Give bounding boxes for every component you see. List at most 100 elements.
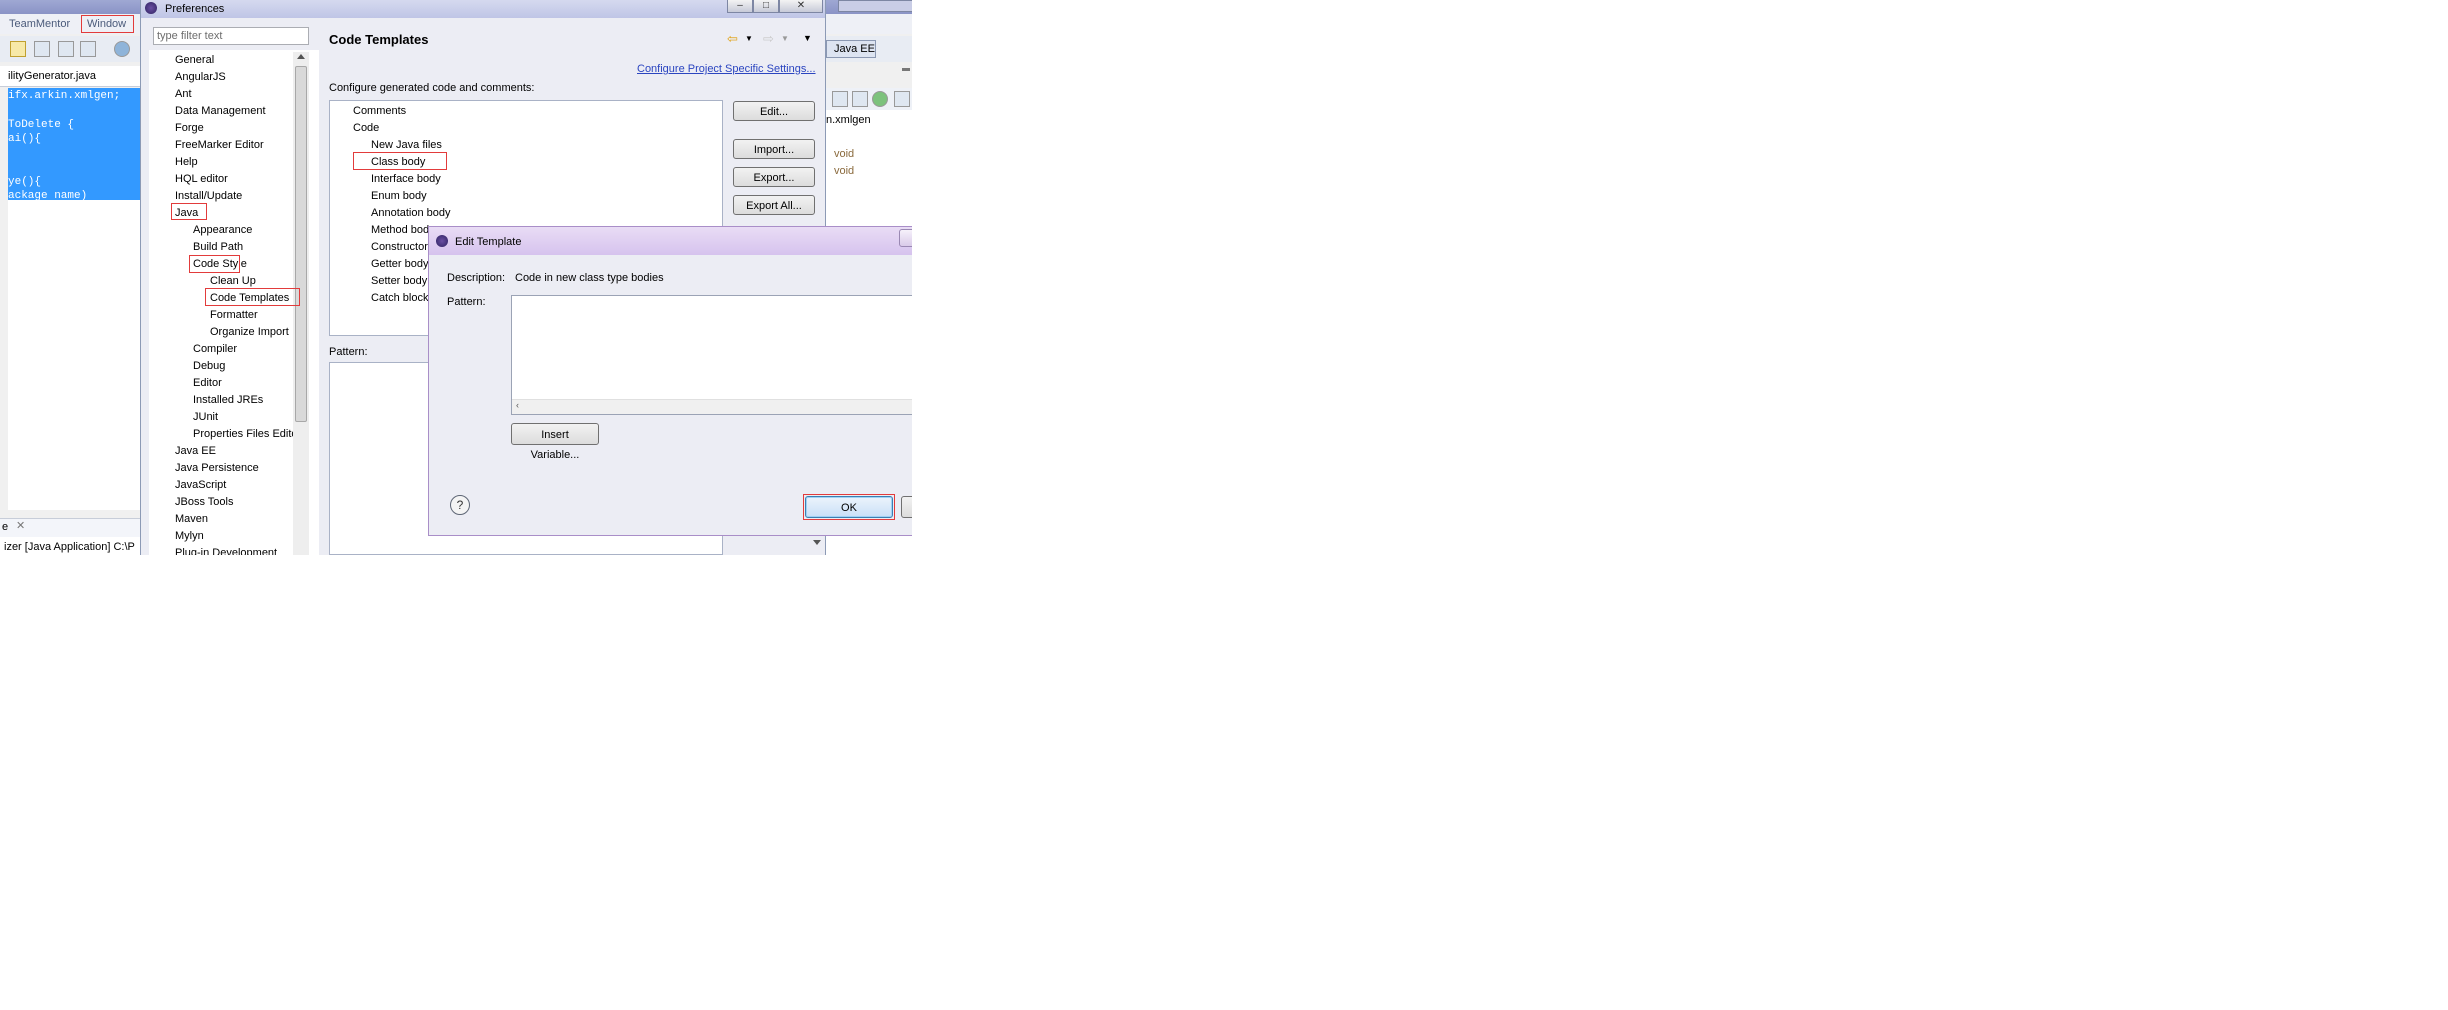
tree-item[interactable]: AngularJS: [175, 71, 226, 84]
pattern-label: Pattern:: [447, 296, 486, 308]
export-all-button[interactable]: Export All...: [733, 195, 815, 215]
eclipse-icon: [436, 235, 448, 247]
tree-item[interactable]: Data Management: [175, 105, 266, 118]
menu-teammentor[interactable]: TeamMentor: [9, 18, 70, 30]
tree-item[interactable]: JUnit: [193, 411, 218, 424]
outline-item[interactable]: void: [834, 165, 854, 177]
close-icon[interactable]: ✕: [16, 519, 25, 532]
tree-item[interactable]: Editor: [193, 377, 222, 390]
console-status-text: izer [Java Application] C:\P: [4, 541, 135, 553]
outline-item[interactable]: void: [834, 148, 854, 160]
tree-item[interactable]: Debug: [193, 360, 225, 373]
code-line: ToDelete {: [8, 119, 75, 131]
back-icon[interactable]: ⇦: [727, 31, 738, 47]
description-value[interactable]: Code in new class type bodies: [515, 272, 664, 284]
preferences-titlebar: [141, 0, 825, 18]
code-line: ye(){: [8, 176, 42, 188]
description-label: Description:: [447, 272, 506, 284]
template-item[interactable]: Method body: [371, 224, 435, 236]
forward-dropdown-icon[interactable]: ▼: [781, 34, 789, 43]
globe-icon[interactable]: [114, 41, 130, 57]
tree-item[interactable]: Mylyn: [175, 530, 204, 543]
close-button[interactable]: ✕: [779, 0, 823, 13]
import-button[interactable]: Import...: [733, 139, 815, 159]
hide-local-icon[interactable]: [894, 91, 910, 107]
highlight-java: [171, 203, 207, 220]
preferences-title: Preferences: [165, 3, 225, 15]
tree-item[interactable]: JavaScript: [175, 479, 226, 492]
minimize-button[interactable]: –: [727, 0, 753, 13]
pilcrow-icon[interactable]: [80, 41, 96, 57]
back-dropdown-icon[interactable]: ▼: [745, 34, 753, 43]
page-title: Code Templates: [329, 32, 429, 47]
edit-template-dialog: Edit Template Description: Code in new c…: [428, 226, 912, 536]
template-item[interactable]: New Java files: [371, 139, 442, 151]
template-item[interactable]: Interface body: [371, 173, 441, 185]
hide-fields-icon[interactable]: [832, 91, 848, 107]
tree-item[interactable]: Compiler: [193, 343, 237, 356]
window-menu-highlight: [81, 15, 134, 33]
edit-dialog-title: Edit Template: [455, 236, 522, 248]
run-dropdown-icon[interactable]: [34, 41, 50, 57]
tree-item[interactable]: General: [175, 54, 214, 67]
cancel-button[interactable]: [901, 496, 912, 518]
tree-item[interactable]: Ant: [175, 88, 192, 101]
export-button[interactable]: Export...: [733, 167, 815, 187]
tree-item[interactable]: HQL editor: [175, 173, 228, 186]
tree-item[interactable]: Install/Update: [175, 190, 242, 203]
highlight-ok-button: [803, 494, 895, 520]
editor-white-area: [8, 200, 140, 510]
edit-button[interactable]: Edit...: [733, 101, 815, 121]
configure-label: Configure generated code and comments:: [329, 82, 535, 94]
highlight-code-style: [189, 255, 240, 273]
outline-package[interactable]: n.xmlgen: [826, 114, 871, 126]
hide-nonpublic-icon[interactable]: [872, 91, 888, 107]
template-item[interactable]: Setter body: [371, 275, 427, 287]
configure-project-link[interactable]: Configure Project Specific Settings...: [637, 63, 816, 75]
eclipse-icon: [145, 2, 157, 14]
dialog-close-button[interactable]: [899, 229, 912, 247]
highlight-code-templates: [205, 288, 300, 306]
help-icon[interactable]: ?: [450, 495, 470, 515]
template-item[interactable]: Enum body: [371, 190, 427, 202]
scroll-left-icon[interactable]: ‹: [516, 400, 519, 410]
tree-item[interactable]: Installed JREs: [193, 394, 263, 407]
tree-item[interactable]: Appearance: [193, 224, 252, 237]
tree-item[interactable]: FreeMarker Editor: [175, 139, 264, 152]
tree-item[interactable]: JBoss Tools: [175, 496, 234, 509]
filter-input[interactable]: [153, 27, 309, 45]
minimize-view-icon[interactable]: [902, 68, 910, 71]
scroll-thumb[interactable]: [295, 66, 307, 422]
code-line: ifx.arkin.xmlgen;: [8, 90, 121, 102]
tree-item[interactable]: Forge: [175, 122, 204, 135]
tree-item[interactable]: Properties Files Edito: [193, 428, 298, 441]
tree-item[interactable]: Build Path: [193, 241, 243, 254]
scroll-up-icon[interactable]: [297, 54, 305, 59]
maximize-button[interactable]: □: [753, 0, 779, 13]
template-item[interactable]: Code: [353, 122, 379, 134]
hide-static-icon[interactable]: [852, 91, 868, 107]
insert-variable-button[interactable]: Insert Variable...: [511, 423, 599, 461]
tree-item[interactable]: Maven: [175, 513, 208, 526]
window-control-buttons[interactable]: [838, 0, 912, 12]
console-tab-label: e: [2, 521, 9, 533]
template-item[interactable]: Getter body: [371, 258, 428, 270]
forward-icon[interactable]: ⇨: [763, 31, 774, 47]
template-item[interactable]: Comments: [353, 105, 406, 117]
highlight-class-body: [353, 152, 447, 170]
tree-item[interactable]: Organize Import: [210, 326, 289, 339]
template-item[interactable]: Annotation body: [371, 207, 451, 219]
tree-item[interactable]: Java Persistence: [175, 462, 259, 475]
toggle-mark-icon[interactable]: [10, 41, 26, 57]
tree-item[interactable]: Help: [175, 156, 198, 169]
code-line: ai(){: [8, 133, 42, 145]
pattern-scroll-down-icon[interactable]: [813, 540, 821, 545]
doc-icon[interactable]: [58, 41, 74, 57]
tree-item[interactable]: Formatter: [210, 309, 258, 322]
pattern-hscrollbar[interactable]: ‹: [512, 399, 912, 414]
tree-item[interactable]: Java EE: [175, 445, 216, 458]
tree-item[interactable]: Clean Up: [210, 275, 256, 288]
pattern-field[interactable]: [511, 295, 912, 415]
tree-item[interactable]: Plug-in Development: [175, 547, 277, 555]
view-menu-icon[interactable]: ▼: [803, 33, 812, 43]
